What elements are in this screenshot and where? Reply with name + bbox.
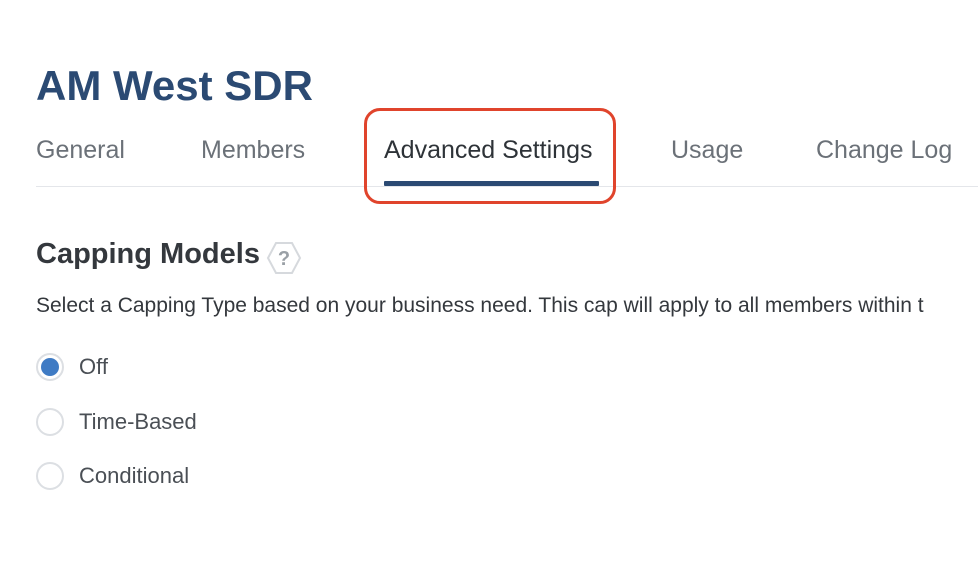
radio-option-conditional[interactable]: Conditional: [36, 459, 189, 493]
capping-settings-page: AM West SDR General Members Advanced Set…: [0, 0, 978, 566]
radio-button-off[interactable]: [36, 353, 64, 381]
radio-button-conditional[interactable]: [36, 462, 64, 490]
section-description: Select a Capping Type based on your busi…: [36, 294, 924, 317]
page-title: AM West SDR: [36, 62, 313, 109]
tab-members[interactable]: Members: [201, 136, 305, 165]
help-icon-glyph: ?: [278, 248, 290, 270]
radio-label-off: Off: [79, 354, 108, 379]
section-title: Capping Models: [36, 238, 260, 270]
tab-general[interactable]: General: [36, 136, 125, 165]
annotation-highlight-box: [364, 108, 616, 204]
radio-selected-dot: [41, 358, 59, 376]
radio-option-time-based[interactable]: Time-Based: [36, 405, 197, 439]
radio-label-time-based: Time-Based: [79, 409, 197, 434]
radio-label-conditional: Conditional: [79, 463, 190, 488]
tab-change-log[interactable]: Change Log: [816, 136, 952, 165]
radio-option-off[interactable]: Off: [36, 350, 108, 384]
radio-button-time-based[interactable]: [36, 408, 64, 436]
tab-usage[interactable]: Usage: [671, 136, 743, 165]
help-icon[interactable]: ?: [266, 240, 302, 276]
